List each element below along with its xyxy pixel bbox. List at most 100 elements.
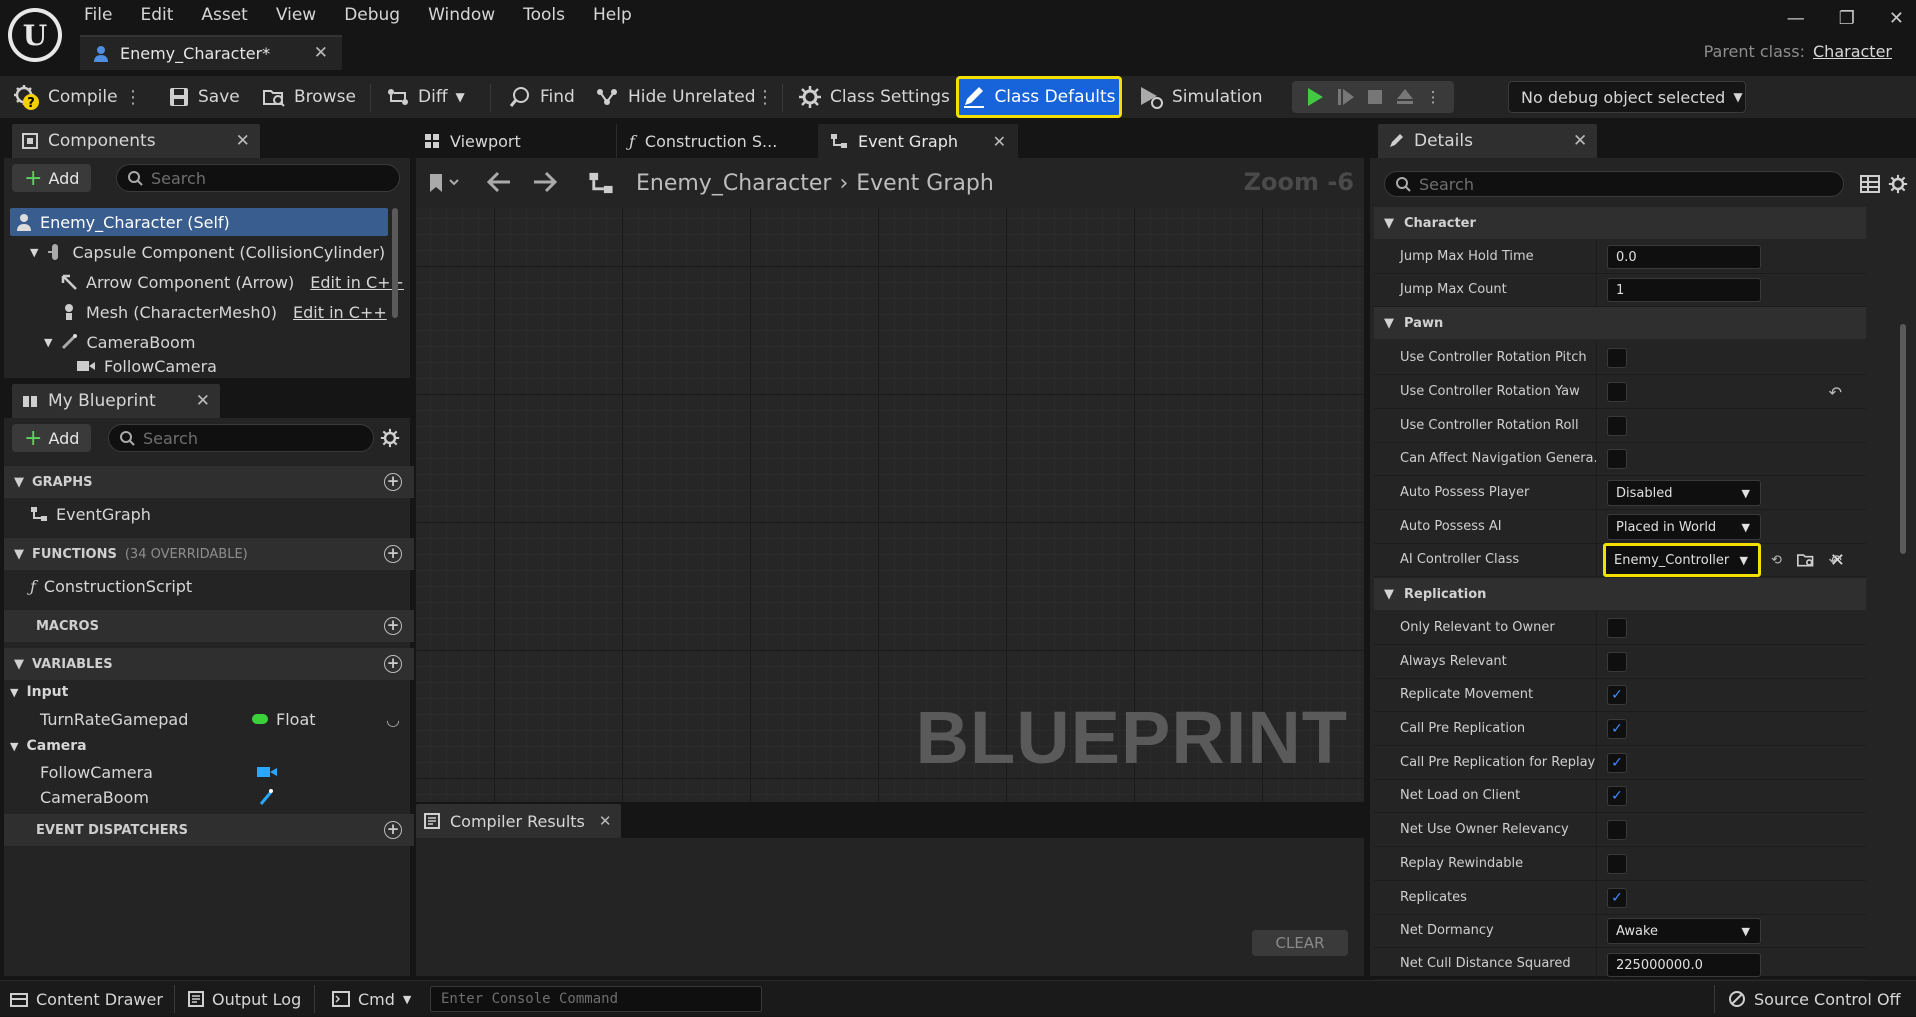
details-tab[interactable]: Details ✕ — [1378, 124, 1598, 158]
component-arrow[interactable]: Arrow Component (Arrow) Edit in C++ — [60, 268, 404, 296]
expand-arrow-icon[interactable]: ▼ — [44, 336, 52, 349]
breadcrumb-leaf[interactable]: Event Graph — [856, 171, 994, 196]
cmd-select[interactable]: Cmd ▼ — [332, 981, 411, 1017]
add-graph-icon[interactable]: + — [384, 473, 402, 491]
add-variable-icon[interactable]: + — [384, 655, 402, 673]
play-icon[interactable] — [1305, 87, 1325, 107]
close-panel-icon[interactable]: ✕ — [1573, 131, 1587, 151]
debug-object-select[interactable]: No debug object selected ▼ — [1508, 81, 1746, 113]
tab-viewport[interactable]: Viewport — [416, 124, 614, 158]
reset-to-default-icon[interactable]: ↶ — [1829, 383, 1842, 402]
always-relevant-checkbox[interactable] — [1607, 652, 1627, 672]
variable-category-input[interactable]: ▼ Input — [10, 678, 68, 706]
hide-unrelated-button[interactable]: Hide Unrelated — [594, 76, 756, 118]
settings-gear-icon[interactable] — [1888, 174, 1908, 194]
only-relevant-to-owner-checkbox[interactable] — [1607, 618, 1627, 638]
macros-section[interactable]: MACROS + — [4, 610, 414, 642]
edit-in-cpp-link[interactable]: Edit in C++ — [293, 303, 387, 322]
tab-event-graph[interactable]: Event Graph ✕ — [818, 124, 1018, 158]
expand-arrow-icon[interactable]: ▼ — [30, 246, 38, 259]
functions-section[interactable]: ▼ FUNCTIONS (34 OVERRIDABLE) + — [4, 538, 414, 570]
event-dispatchers-section[interactable]: EVENT DISPATCHERS + — [4, 814, 414, 846]
component-camera-boom[interactable]: ▼ CameraBoom — [44, 328, 195, 356]
menu-file[interactable]: File — [84, 5, 112, 25]
variables-section[interactable]: ▼ VARIABLES + — [4, 648, 414, 680]
compile-button[interactable]: ? Compile — [12, 76, 118, 118]
use-selected-asset-icon[interactable]: ⟲ — [1771, 553, 1782, 568]
event-graph-canvas[interactable]: BLUEPRINT — [416, 208, 1364, 802]
ai-controller-class-select[interactable]: Enemy_Controller ▼ — [1603, 543, 1761, 577]
console-command-input[interactable]: Enter Console Command — [430, 986, 762, 1012]
minimize-icon[interactable]: — — [1787, 8, 1805, 29]
close-window-icon[interactable]: ✕ — [1889, 8, 1904, 29]
content-drawer-button[interactable]: Content Drawer — [10, 981, 163, 1017]
menu-edit[interactable]: Edit — [140, 5, 173, 25]
menu-debug[interactable]: Debug — [344, 5, 400, 25]
section-pawn[interactable]: ▼ Pawn — [1374, 307, 1866, 339]
source-control-button[interactable]: Source Control Off — [1728, 981, 1901, 1017]
replay-rewindable-checkbox[interactable] — [1607, 854, 1627, 874]
menu-help[interactable]: Help — [593, 5, 632, 25]
components-tab[interactable]: Components ✕ — [12, 124, 260, 158]
net-dormancy-select[interactable]: Awake ▼ — [1607, 918, 1761, 944]
net-load-on-client-checkbox[interactable]: ✓ — [1607, 786, 1627, 806]
use-controller-rotation-yaw-checkbox[interactable] — [1607, 382, 1627, 402]
call-pre-replication-replay-checkbox[interactable]: ✓ — [1607, 753, 1627, 773]
net-use-owner-relevancy-checkbox[interactable] — [1607, 820, 1627, 840]
more-options-icon[interactable]: ⋮ — [1426, 88, 1441, 106]
menu-window[interactable]: Window — [428, 5, 495, 25]
unreal-logo-icon[interactable]: U — [8, 8, 62, 62]
details-scrollbar[interactable] — [1900, 324, 1906, 554]
back-arrow-icon[interactable] — [484, 170, 512, 194]
variable-follow-camera[interactable]: FollowCamera — [40, 758, 410, 786]
add-function-icon[interactable]: + — [384, 545, 402, 563]
output-log-button[interactable]: Output Log — [188, 981, 301, 1017]
variable-camera-boom[interactable]: CameraBoom — [40, 783, 410, 811]
class-defaults-button[interactable]: Class Defaults — [956, 76, 1122, 118]
component-self[interactable]: Enemy_Character (Self) — [16, 208, 230, 236]
add-component-button[interactable]: + Add — [12, 164, 92, 192]
menu-view[interactable]: View — [276, 5, 316, 25]
reset-to-default-icon[interactable]: ↶ — [1829, 551, 1842, 570]
hide-unrelated-options[interactable]: ⋮ — [756, 76, 774, 118]
menu-tools[interactable]: Tools — [523, 5, 565, 25]
function-construction-script[interactable]: ƒ ConstructionScript — [30, 572, 192, 600]
auto-possess-player-select[interactable]: Disabled ▼ — [1607, 480, 1761, 506]
jump-max-count-input[interactable]: 1 — [1607, 278, 1761, 302]
replicate-movement-checkbox[interactable]: ✓ — [1607, 685, 1627, 705]
settings-gear-icon[interactable] — [380, 428, 400, 448]
property-matrix-icon[interactable] — [1860, 174, 1880, 194]
graphs-section[interactable]: ▼ GRAPHS + — [4, 466, 414, 498]
add-member-button[interactable]: + Add — [12, 424, 92, 452]
visibility-eye-icon[interactable]: ◡ — [386, 710, 400, 729]
section-replication[interactable]: ▼ Replication — [1374, 578, 1866, 610]
eject-icon[interactable] — [1395, 87, 1415, 107]
add-macro-icon[interactable]: + — [384, 617, 402, 635]
compiler-results-tab[interactable]: Compiler Results ✕ — [416, 804, 622, 838]
close-panel-icon[interactable]: ✕ — [196, 391, 210, 411]
tab-construction-script[interactable]: ƒ Construction S... — [616, 124, 816, 158]
find-button[interactable]: Find — [508, 76, 575, 118]
browse-asset-icon[interactable] — [1796, 551, 1816, 569]
close-tab-icon[interactable]: ✕ — [599, 812, 612, 830]
close-panel-icon[interactable]: ✕ — [236, 131, 250, 151]
blueprint-search[interactable]: Search — [108, 424, 374, 452]
my-blueprint-tab[interactable]: My Blueprint ✕ — [12, 384, 220, 418]
variable-turn-rate[interactable]: TurnRateGamepad Float ◡ — [40, 705, 410, 733]
components-search[interactable]: Search — [116, 164, 400, 192]
section-character[interactable]: ▼ Character — [1374, 207, 1866, 239]
compile-options[interactable]: ⋮ — [124, 76, 142, 118]
restore-icon[interactable]: ❐ — [1839, 8, 1855, 29]
diff-button[interactable]: Diff ▼ — [386, 76, 465, 118]
browse-button[interactable]: Browse — [262, 76, 356, 118]
can-affect-navigation-checkbox[interactable] — [1607, 449, 1627, 469]
auto-possess-ai-select[interactable]: Placed in World ▼ — [1607, 514, 1761, 540]
components-scrollbar[interactable] — [392, 208, 398, 318]
net-cull-distance-input[interactable]: 225000000.0 — [1607, 953, 1761, 977]
component-follow-camera[interactable]: FollowCamera — [76, 354, 217, 378]
jump-max-hold-time-input[interactable]: 0.0 — [1607, 245, 1761, 269]
breadcrumb-root[interactable]: Enemy_Character — [636, 171, 831, 196]
forward-arrow-icon[interactable] — [532, 170, 560, 194]
add-dispatcher-icon[interactable]: + — [384, 821, 402, 839]
clear-button[interactable]: CLEAR — [1252, 930, 1348, 956]
